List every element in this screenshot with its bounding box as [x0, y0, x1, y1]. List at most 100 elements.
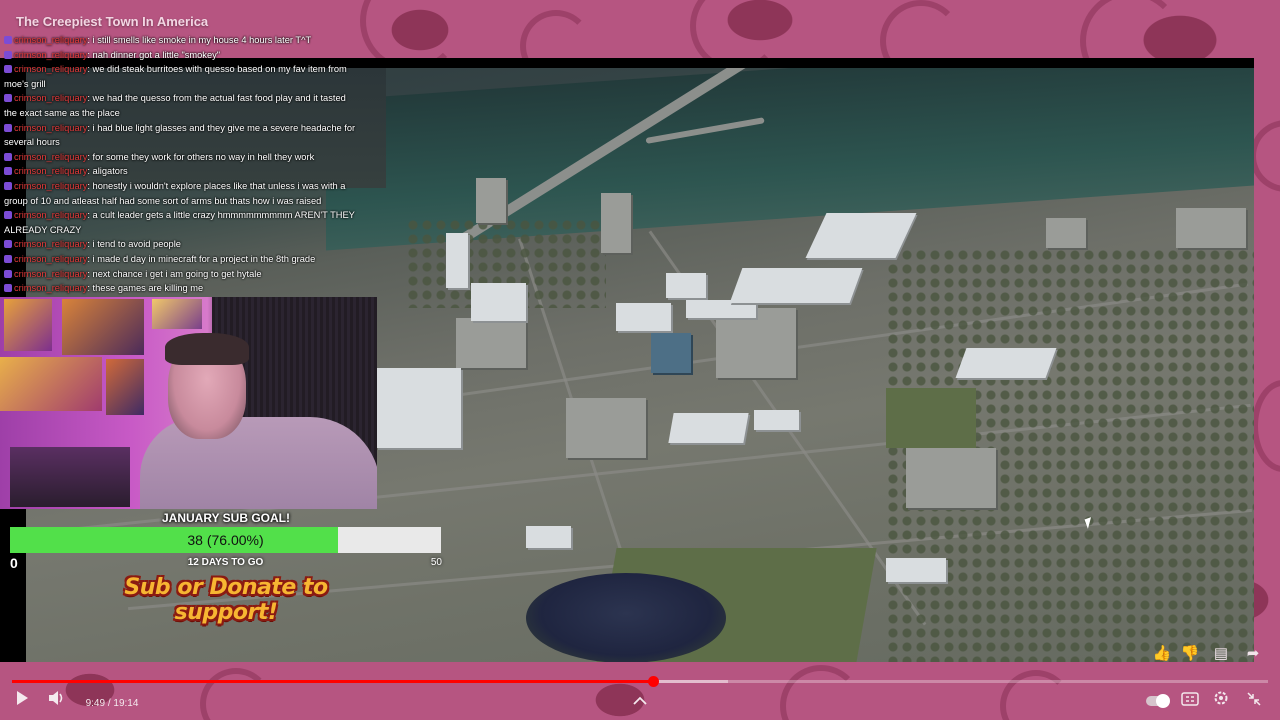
streamer-hair	[165, 333, 249, 365]
volume-button[interactable]	[46, 690, 68, 712]
time-display: 9:49 / 19:14	[82, 690, 142, 712]
chat-text: next chance i get i am going to get hyta…	[92, 268, 262, 279]
expand-button[interactable]	[630, 690, 650, 712]
captions-icon	[1181, 692, 1199, 706]
share-icon[interactable]: ➦	[1243, 644, 1263, 664]
subscriber-badge-icon	[4, 50, 12, 59]
chat-message: crimson_reliquary: we did steak burritoe…	[4, 64, 347, 89]
chat-username: crimson_reliquary	[14, 210, 88, 221]
webcam-feed	[0, 297, 377, 509]
sub-goal-widget: JANUARY SUB GOAL! 38 (76.00%) 0 12 DAYS …	[10, 509, 442, 571]
building-roof	[886, 558, 946, 582]
subscriber-badge-icon	[4, 240, 12, 249]
building-roof	[729, 268, 863, 303]
autoplay-toggle[interactable]	[1146, 694, 1170, 708]
wall-poster	[0, 357, 102, 411]
scrubber-handle[interactable]	[647, 676, 659, 687]
building	[716, 308, 796, 378]
gear-icon	[1214, 691, 1228, 705]
collapse-arrows-icon	[1247, 692, 1261, 706]
chat-message: crimson_reliquary: next chance i get i a…	[4, 267, 356, 282]
wall-poster	[152, 299, 202, 329]
building	[1046, 218, 1086, 248]
chat-username: crimson_reliquary	[14, 49, 88, 60]
stream-chat: crimson_reliquary: i still smells like s…	[4, 33, 356, 296]
thumbs-up-icon[interactable]: 👍	[1152, 644, 1172, 664]
video-title: The Creepiest Town In America	[16, 14, 209, 29]
decor-swirl	[1252, 380, 1280, 472]
subscriber-badge-icon	[4, 123, 12, 132]
video-progress-bar[interactable]	[12, 676, 1268, 687]
chat-message: crimson_reliquary: i tend to avoid peopl…	[4, 237, 356, 252]
subscriber-badge-icon	[4, 94, 12, 103]
chat-username: crimson_reliquary	[14, 64, 88, 75]
decor-swirl	[1250, 120, 1280, 192]
stream-stage: The Creepiest Town In America crimson_re…	[0, 0, 1280, 720]
chat-username: crimson_reliquary	[14, 253, 88, 264]
park	[886, 388, 976, 448]
building-roof	[666, 273, 706, 298]
chat-message: crimson_reliquary: nah dinner got a litt…	[4, 48, 356, 63]
building-roof	[754, 410, 799, 430]
sub-goal-count: 38 (76.00%)	[187, 532, 264, 548]
captions-button[interactable]	[1179, 690, 1201, 712]
building-roof	[955, 348, 1057, 378]
pond	[526, 573, 726, 662]
glass-building	[651, 333, 691, 373]
play-icon	[17, 691, 28, 705]
chat-message: crimson_reliquary: aligators	[4, 164, 356, 179]
decor-swirl	[200, 668, 272, 720]
chat-text: these games are killing me	[92, 283, 204, 294]
chat-message: crimson_reliquary: we had the quesso fro…	[4, 93, 346, 118]
chat-username: crimson_reliquary	[14, 283, 88, 294]
building	[476, 178, 506, 223]
subscriber-badge-icon	[4, 254, 12, 263]
play-button[interactable]	[12, 690, 32, 712]
support-banner: Sub or Donate to support!	[124, 575, 328, 625]
chat-username: crimson_reliquary	[14, 166, 88, 177]
streamer-hoodie	[140, 417, 377, 509]
building-roof	[668, 413, 749, 443]
chat-text: for some they work for others no way in …	[92, 151, 315, 162]
wall-poster	[4, 299, 52, 351]
chat-username: crimson_reliquary	[14, 268, 88, 279]
chat-message: crimson_reliquary: i made d day in minec…	[4, 252, 356, 267]
chat-username: crimson_reliquary	[14, 122, 88, 133]
sub-goal-max: 50	[430, 557, 442, 568]
building	[906, 448, 996, 508]
thumbs-down-icon[interactable]: 👎	[1180, 644, 1200, 664]
chevron-up-icon	[633, 696, 647, 705]
chat-message: crimson_reliquary: honestly i wouldn't e…	[4, 180, 346, 206]
comment-icon[interactable]: ▤	[1211, 644, 1231, 664]
building	[456, 318, 526, 368]
chat-message: crimson_reliquary: for some they work fo…	[4, 150, 356, 165]
building	[566, 398, 646, 458]
chat-message: crimson_reliquary: i still smells like s…	[4, 33, 356, 48]
chat-text: aligators	[92, 166, 128, 177]
chat-username: crimson_reliquary	[14, 239, 88, 250]
chat-text: i tend to avoid people	[92, 239, 181, 250]
building-roof	[526, 526, 571, 548]
settings-button[interactable]	[1210, 690, 1232, 712]
subscriber-badge-icon	[4, 211, 12, 220]
subscriber-badge-icon	[4, 65, 12, 74]
subscriber-badge-icon	[4, 269, 12, 278]
subscriber-badge-icon	[4, 167, 12, 176]
building-roof	[471, 283, 526, 321]
decor-swirl	[1000, 670, 1072, 720]
time-text: 9:49 / 19:14	[85, 698, 139, 709]
sub-goal-title: JANUARY SUB GOAL!	[161, 511, 290, 525]
figure-shelf	[10, 447, 130, 507]
wall-poster	[106, 359, 144, 415]
sub-goal-progress-bar: 38 (76.00%)	[10, 527, 441, 553]
chat-text: i still smells like smoke in my house 4 …	[92, 35, 312, 45]
miniplayer-button[interactable]	[1243, 690, 1265, 712]
video-played-bar	[12, 680, 653, 683]
wall-poster	[62, 299, 144, 355]
building	[601, 193, 631, 253]
subscriber-badge-icon	[4, 284, 12, 293]
chat-message: crimson_reliquary: these games are killi…	[4, 281, 356, 296]
chat-username: crimson_reliquary	[14, 151, 88, 162]
building	[1176, 208, 1246, 248]
subscriber-badge-icon	[4, 181, 12, 190]
